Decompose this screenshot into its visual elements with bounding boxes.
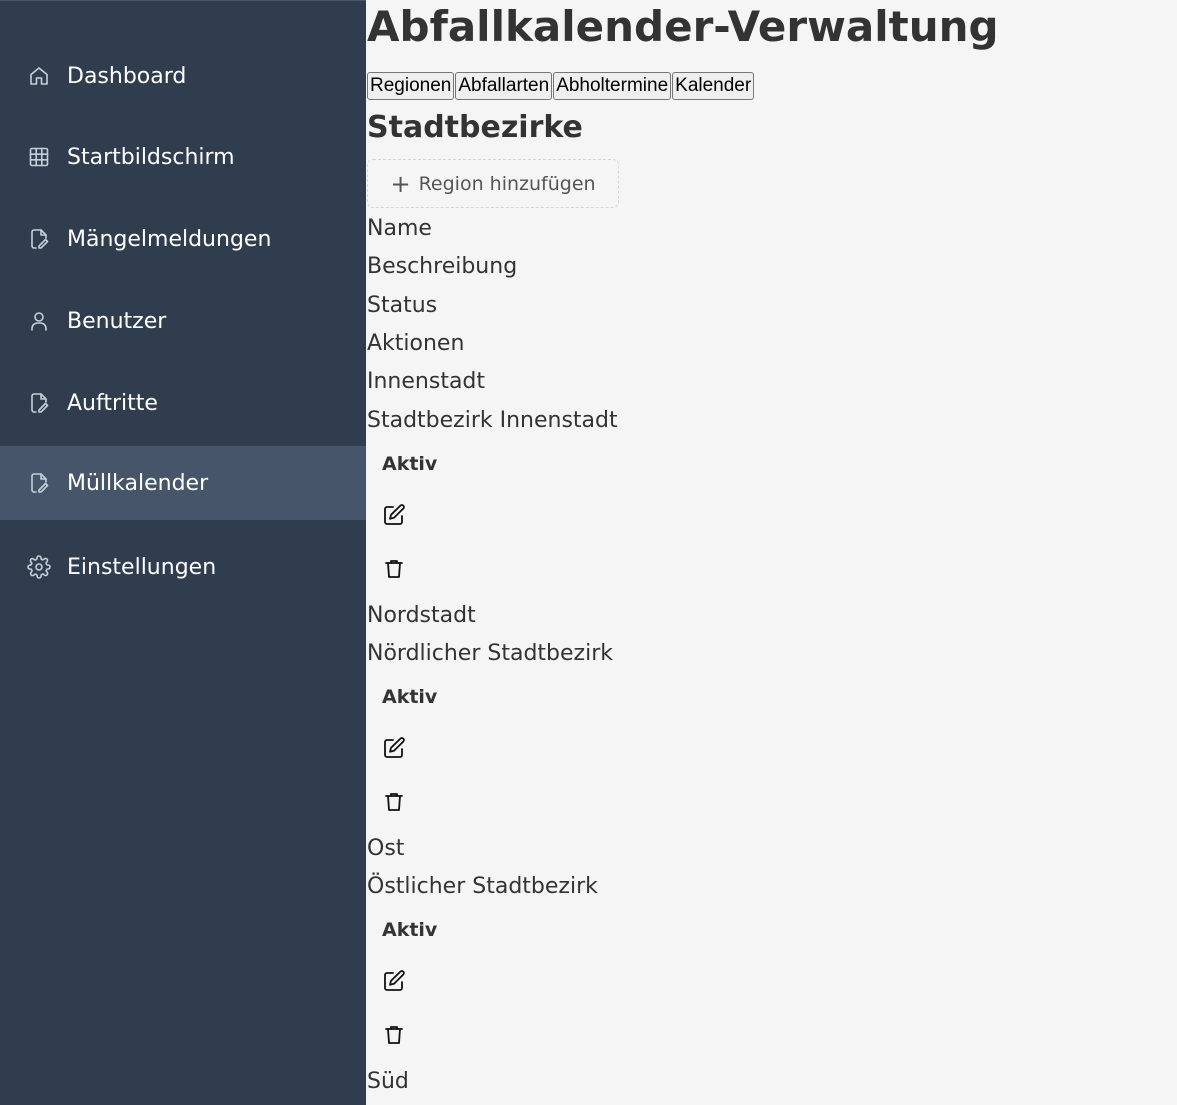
- trash-icon: [385, 793, 403, 811]
- status-badge: Aktiv: [382, 453, 438, 475]
- add-region-label: Region hinzufügen: [418, 172, 596, 195]
- table-header-description: Beschreibung: [367, 254, 518, 279]
- gear-icon: [26, 554, 52, 580]
- table-cell-description: Östlicher Stadtbezirk: [367, 874, 598, 899]
- app-root: Dashboard Startbildschirm Mängelmeldunge…: [0, 0, 1177, 1105]
- file-edit-icon: [26, 390, 52, 416]
- user-icon: [26, 308, 52, 334]
- table-cell-description: Stadtbezirk Innenstadt: [367, 408, 618, 433]
- sidebar-item-label: Dashboard: [67, 63, 187, 89]
- page-title: Abfallkalender-Verwaltung: [367, 2, 999, 51]
- add-region-button[interactable]: + Region hinzufügen: [367, 159, 619, 208]
- table-cell-name: Süd: [367, 1069, 409, 1094]
- trash-icon: [385, 560, 403, 578]
- sidebar-item-label: Mängelmeldungen: [67, 226, 272, 252]
- sidebar-item-dashboard[interactable]: Dashboard: [0, 39, 366, 113]
- sidebar-item-maengelmeldungen[interactable]: Mängelmeldungen: [0, 202, 366, 276]
- sidebar-item-label: Benutzer: [67, 308, 167, 334]
- sidebar-item-benutzer[interactable]: Benutzer: [0, 284, 366, 358]
- sidebar-item-label: Auftritte: [67, 390, 158, 416]
- table-header-name: Name: [367, 216, 432, 241]
- status-badge: Aktiv: [382, 919, 438, 941]
- tab-abfallarten[interactable]: Abfallarten: [455, 72, 553, 100]
- main-content: Abfallkalender-Verwaltung Regionen Abfal…: [366, 0, 1177, 1105]
- edit-icon: [384, 970, 405, 991]
- file-edit-icon: [26, 470, 52, 496]
- sidebar-item-einstellungen[interactable]: Einstellungen: [0, 530, 366, 604]
- grid-icon: [26, 144, 52, 170]
- edit-icon: [384, 504, 405, 525]
- delete-button[interactable]: [381, 1022, 407, 1048]
- sidebar-item-startbildschirm[interactable]: Startbildschirm: [0, 120, 366, 194]
- tab-abholtermine[interactable]: Abholtermine: [553, 72, 672, 100]
- table-cell-name: Innenstadt: [367, 369, 486, 394]
- delete-button[interactable]: [381, 556, 407, 582]
- table-header-status: Status: [367, 293, 438, 318]
- sidebar: Dashboard Startbildschirm Mängelmeldunge…: [0, 0, 366, 1105]
- delete-button[interactable]: [381, 789, 407, 815]
- tab-bar: Regionen Abfallarten Abholtermine Kalend…: [367, 72, 755, 100]
- table-cell-name: Nordstadt: [367, 603, 476, 628]
- file-edit-icon: [26, 226, 52, 252]
- tab-kalender[interactable]: Kalender: [672, 72, 755, 100]
- edit-button[interactable]: [381, 968, 407, 994]
- table-header-actions: Aktionen: [367, 331, 465, 356]
- home-icon: [26, 63, 52, 89]
- sidebar-item-muellkalender[interactable]: Müllkalender: [0, 446, 366, 520]
- table-cell-description: Nördlicher Stadtbezirk: [367, 641, 613, 666]
- tab-regionen[interactable]: Regionen: [367, 72, 455, 100]
- section-title: Stadtbezirke: [367, 110, 583, 145]
- edit-button[interactable]: [381, 735, 407, 761]
- plus-icon: +: [390, 169, 411, 198]
- sidebar-item-label: Startbildschirm: [67, 144, 235, 170]
- edit-icon: [384, 737, 405, 758]
- status-badge: Aktiv: [382, 686, 438, 708]
- sidebar-item-label: Einstellungen: [67, 554, 217, 580]
- sidebar-item-auftritte[interactable]: Auftritte: [0, 366, 366, 440]
- sidebar-item-label: Müllkalender: [67, 470, 209, 496]
- table-cell-name: Ost: [367, 836, 405, 861]
- trash-icon: [385, 1026, 403, 1044]
- edit-button[interactable]: [381, 502, 407, 528]
